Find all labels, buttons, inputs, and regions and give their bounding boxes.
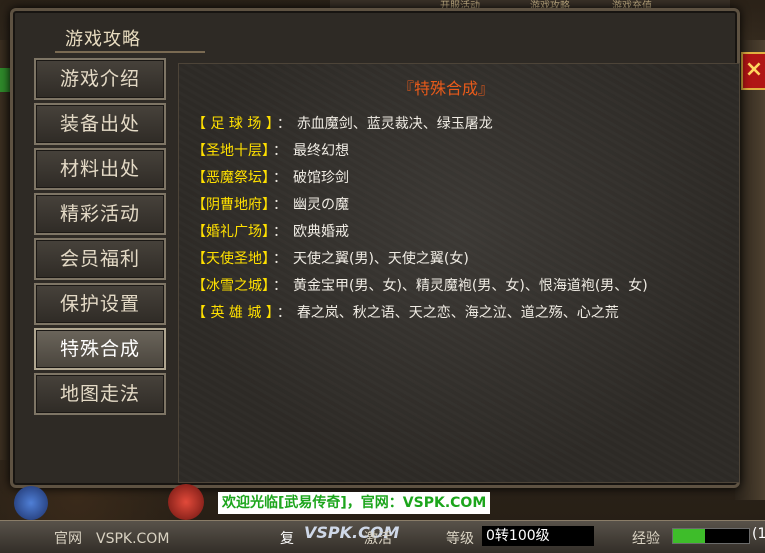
location-label: 【婚礼广场】 <box>192 224 269 240</box>
skill-orb-icon[interactable] <box>168 484 204 520</box>
exp-label: 经验 <box>632 531 660 547</box>
row-separator: ： <box>273 170 287 186</box>
row-separator: ： <box>276 116 291 132</box>
location-label: 【圣地十层】 <box>192 143 269 159</box>
synthesis-row: 【婚礼广场】： 欧典婚戒 <box>192 222 349 242</box>
synthesis-row: 【圣地十层】： 最终幻想 <box>192 141 349 161</box>
item-list: 赤血魔剑、蓝灵裁决、绿玉屠龙 <box>296 116 493 132</box>
site-label: 官网 VSPK.COM <box>54 531 170 547</box>
level-value: 0转100级 <box>482 526 594 546</box>
item-list: 黄金宝甲(男、女)、精灵魔袍(男、女)、恨海道袍(男、女) <box>293 278 648 294</box>
row-separator: ： <box>273 197 287 213</box>
activate-label: 激活 <box>364 531 392 547</box>
menu-item-events[interactable]: 精彩活动 <box>34 193 166 235</box>
location-label: 【天使圣地】 <box>192 251 269 267</box>
location-label: 【 英 雄 城 】 <box>192 305 273 321</box>
synthesis-row: 【天使圣地】： 天使之翼(男)、天使之翼(女) <box>192 249 469 269</box>
revive-button[interactable]: 复 <box>280 528 294 548</box>
item-list: 欧典婚戒 <box>293 224 349 240</box>
item-list: 幽灵の魔 <box>293 197 349 213</box>
dialog-title-bar: 游戏攻略 <box>27 11 207 53</box>
exp-bar-fill <box>673 529 705 543</box>
location-label: 【恶魔祭坛】 <box>192 170 269 186</box>
menu-item-special-synthesis[interactable]: 特殊合成 <box>34 328 166 370</box>
menu-item-protection-settings[interactable]: 保护设置 <box>34 283 166 325</box>
exp-bar <box>672 528 750 544</box>
synthesis-row: 【恶魔祭坛】： 破馆珍剑 <box>192 168 349 188</box>
location-label: 【冰雪之城】 <box>192 278 269 294</box>
synthesis-row: 【 足 球 场 】： 赤血魔剑、蓝灵裁决、绿玉屠龙 <box>192 114 493 134</box>
welcome-banner: 欢迎光临[武易传奇]，官网：VSPK.COM <box>218 492 491 514</box>
row-separator: ： <box>273 224 287 240</box>
row-separator: ： <box>273 278 287 294</box>
menu-item-map-route[interactable]: 地图走法 <box>34 373 166 415</box>
skill-orb-icon[interactable] <box>14 486 48 520</box>
exp-value: (1 <box>752 526 765 542</box>
synthesis-row: 【 英 雄 城 】： 春之岚、秋之语、天之恋、海之泣、道之殇、心之荒 <box>192 303 619 323</box>
item-list: 春之岚、秋之语、天之恋、海之泣、道之殇、心之荒 <box>296 305 619 321</box>
menu-item-member-benefits[interactable]: 会员福利 <box>34 238 166 280</box>
level-label: 等级 <box>446 531 474 547</box>
item-list: 天使之翼(男)、天使之翼(女) <box>293 251 469 267</box>
row-separator: ： <box>273 251 287 267</box>
location-label: 【阴曹地府】 <box>192 197 269 213</box>
location-label: 【 足 球 场 】 <box>192 116 273 132</box>
item-list: 最终幻想 <box>293 143 349 159</box>
row-separator: ： <box>276 305 291 321</box>
item-list: 破馆珍剑 <box>293 170 349 186</box>
menu-item-game-intro[interactable]: 游戏介绍 <box>34 58 166 100</box>
synthesis-row: 【冰雪之城】： 黄金宝甲(男、女)、精灵魔袍(男、女)、恨海道袍(男、女) <box>192 276 648 296</box>
section-title: 『特殊合成』 <box>398 79 495 98</box>
menu-item-equipment-source[interactable]: 装备出处 <box>34 103 166 145</box>
close-icon[interactable]: × <box>741 52 765 90</box>
title-divider <box>55 51 205 53</box>
row-separator: ： <box>273 143 287 159</box>
menu-item-material-source[interactable]: 材料出处 <box>34 148 166 190</box>
dialog-title: 游戏攻略 <box>65 29 141 50</box>
synthesis-row: 【阴曹地府】： 幽灵の魔 <box>192 195 349 215</box>
